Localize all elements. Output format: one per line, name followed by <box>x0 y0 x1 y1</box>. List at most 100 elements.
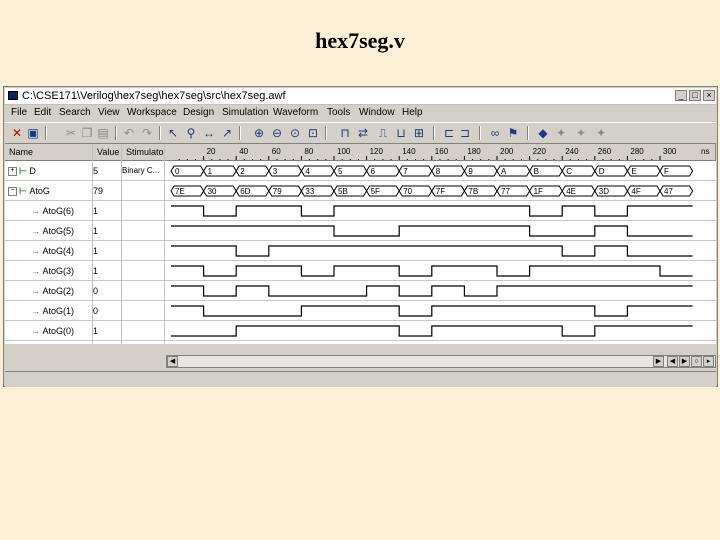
signal-value: 1 <box>93 246 99 256</box>
zoom-reset-button[interactable]: ○ <box>691 356 702 367</box>
atog-bus-value: 47 <box>664 187 673 196</box>
menu-design[interactable]: Design <box>183 105 214 121</box>
ruler-icon[interactable]: ↔ <box>201 125 217 141</box>
bit-waveform <box>171 205 693 217</box>
bit-waveform <box>171 285 693 297</box>
pin-icon[interactable]: ◆ <box>535 125 551 141</box>
signal-value: 1 <box>93 266 99 276</box>
paste-icon[interactable]: ▤ <box>95 125 111 141</box>
signal-label: AtoG(1) <box>42 306 75 316</box>
search-next-icon[interactable]: ⇄ <box>355 125 371 141</box>
zoom-out-icon[interactable]: ⊖ <box>269 125 285 141</box>
scroll-end-right-button[interactable]: ▶ <box>679 356 690 367</box>
atog-bus-value: 7E <box>175 187 185 196</box>
signal-value: 0 <box>93 286 99 296</box>
zoom-icon[interactable]: ⚲ <box>183 125 199 141</box>
column-header-stimulator[interactable]: Stimulator <box>122 144 165 161</box>
signal-value: 1 <box>93 326 99 336</box>
signal-icon: ⊢ <box>19 166 30 176</box>
step-icon[interactable]: ✦ <box>573 125 589 141</box>
bit-waveform <box>171 265 693 277</box>
menu-search[interactable]: Search <box>59 105 91 121</box>
redo-icon[interactable]: ↷ <box>139 125 155 141</box>
stimulus-icon[interactable]: ⊞ <box>411 125 427 141</box>
signal-stimulator[interactable]: Binary C... <box>122 161 165 181</box>
signal-stimulator[interactable] <box>122 181 165 201</box>
cut-icon[interactable]: ✂ <box>63 125 79 141</box>
menu-edit[interactable]: Edit <box>34 105 51 121</box>
signal-label: D <box>29 166 36 176</box>
signal-stimulator[interactable] <box>122 301 165 321</box>
signal-icon: → <box>31 266 43 276</box>
menu-window[interactable]: Window <box>359 105 395 121</box>
atog-bus-value: 33 <box>305 187 314 196</box>
signal-stimulator[interactable] <box>122 281 165 301</box>
expand-toggle[interactable]: + <box>8 167 17 177</box>
horizontal-scrollbar[interactable]: ◀ ▶ ◀ ▶ ○ ▸ <box>166 355 716 368</box>
zoom-range-icon[interactable]: ⊡ <box>305 125 321 141</box>
signal-value: 1 <box>93 206 99 216</box>
menu-file[interactable]: File <box>11 105 27 121</box>
waveform-plot[interactable]: 0 1 2 3 4 5 6 7 8 9 A B C D E F 7E 30 6D 79 33 5B 5F 70 7F 7B 77 1F… <box>165 144 716 344</box>
column-header-value[interactable]: Value <box>93 144 122 161</box>
expand-toggle[interactable]: − <box>8 187 17 197</box>
menu-view[interactable]: View <box>98 105 120 121</box>
d-bus-value: E <box>631 167 636 176</box>
pointer-icon[interactable]: ↖ <box>165 125 181 141</box>
clock-icon[interactable]: ⊔ <box>393 125 409 141</box>
binoculars-icon[interactable]: ∞ <box>487 125 503 141</box>
atog-bus-value: 70 <box>403 187 412 196</box>
signal-stimulator[interactable] <box>122 241 165 261</box>
menu-tools[interactable]: Tools <box>327 105 350 121</box>
restart-icon[interactable]: ✦ <box>593 125 609 141</box>
maximize-button[interactable]: □ <box>689 90 701 101</box>
pointer-edit-icon[interactable]: ↗ <box>219 125 235 141</box>
copy-icon[interactable]: ❐ <box>79 125 95 141</box>
menu-workspace[interactable]: Workspace <box>127 105 177 121</box>
scroll-end-left-button[interactable]: ◀ <box>667 356 678 367</box>
signal-label: AtoG <box>29 186 50 196</box>
signal-label: AtoG(4) <box>42 246 75 256</box>
save-icon[interactable]: ▣ <box>25 125 41 141</box>
close-button[interactable]: × <box>703 90 715 101</box>
event-icon[interactable]: ⎍ <box>375 125 391 141</box>
window-title: C:\CSE171\Verilog\hex7seg\hex7seg\src\he… <box>22 90 286 102</box>
signal-icon: → <box>31 286 43 296</box>
signal-icon: → <box>31 306 43 316</box>
signal-name[interactable]: − ⊢ AtoG <box>5 181 95 201</box>
d-bus-value: C <box>566 167 572 176</box>
scroll-home-button[interactable]: ▸ <box>703 356 714 367</box>
signal-icon: → <box>31 326 43 336</box>
breakpoint-icon[interactable]: ⊏ <box>441 125 457 141</box>
atog-bus-value: 77 <box>501 187 510 196</box>
waveform-window: C:\CSE171\Verilog\hex7seg\hex7seg\src\he… <box>3 86 718 387</box>
scroll-left-button[interactable]: ◀ <box>167 356 178 367</box>
zoom-fit-icon[interactable]: ⊙ <box>287 125 303 141</box>
signal-stimulator[interactable] <box>122 321 165 341</box>
atog-bus-value: 7F <box>436 187 445 196</box>
scroll-right-button[interactable]: ▶ <box>653 356 664 367</box>
d-bus-value: 2 <box>240 167 245 176</box>
column-header-name[interactable]: Name <box>5 144 93 161</box>
signal-name[interactable]: + ⊢ D <box>5 161 95 181</box>
signal-value: 79 <box>93 186 104 196</box>
d-bus-value: 0 <box>175 167 180 176</box>
signal-stimulator[interactable] <box>122 201 165 221</box>
menu-help[interactable]: Help <box>402 105 423 121</box>
stop-icon[interactable]: ✦ <box>553 125 569 141</box>
zoom-in-icon[interactable]: ⊕ <box>251 125 267 141</box>
menu-waveform[interactable]: Waveform <box>273 105 318 121</box>
signal-stimulator[interactable] <box>122 221 165 241</box>
menu-simulation[interactable]: Simulation <box>222 105 269 121</box>
d-bus-value: 7 <box>403 167 408 176</box>
undo-icon[interactable]: ↶ <box>121 125 137 141</box>
signal-stimulator[interactable] <box>122 261 165 281</box>
x-icon[interactable]: ✕ <box>9 125 25 141</box>
run-icon[interactable]: ⊐ <box>457 125 473 141</box>
find-icon[interactable]: ⚑ <box>505 125 521 141</box>
d-bus-value: A <box>501 167 507 176</box>
signal-value: 1 <box>93 226 99 236</box>
atog-bus-value: 30 <box>208 187 217 196</box>
minimize-button[interactable]: _ <box>675 90 687 101</box>
waveform-icon[interactable]: ⊓ <box>337 125 353 141</box>
